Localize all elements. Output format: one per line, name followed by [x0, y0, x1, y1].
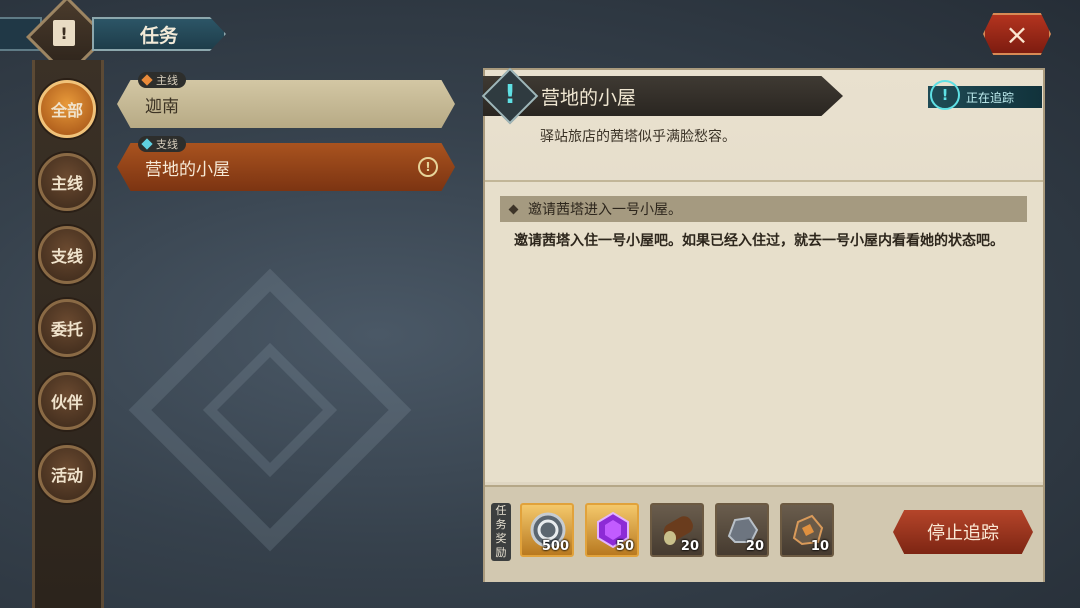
category-companion[interactable]: 伙伴 — [38, 372, 96, 430]
reward-slot-copper[interactable]: 10 — [780, 503, 834, 557]
category-main[interactable]: 主线 — [38, 153, 96, 211]
diamond-icon — [508, 204, 519, 214]
exclamation-icon: ! — [504, 80, 516, 110]
reward-qty: 10 — [810, 539, 829, 554]
diamond-icon — [141, 138, 153, 150]
quest-objective: 邀请茜塔进入一号小屋。 — [500, 196, 1027, 222]
reward-qty: 50 — [615, 539, 634, 554]
category-side[interactable]: 支线 — [38, 226, 96, 284]
divider — [485, 180, 1043, 182]
reward-qty: 500 — [541, 539, 569, 554]
close-icon: × — [1005, 17, 1029, 51]
reward-slot-gem[interactable]: 50 — [585, 503, 639, 557]
quest-detail-title-text: 营地的小屋 — [541, 86, 637, 109]
stop-tracking-button[interactable]: 停止追踪 — [893, 510, 1033, 554]
reward-slot-stone[interactable]: 20 — [715, 503, 769, 557]
category-commission[interactable]: 委托 — [38, 299, 96, 357]
page-title: 任务 — [92, 17, 226, 51]
quest-tag-side: 支线 — [138, 136, 186, 152]
tracking-target-icon: ! — [930, 80, 960, 110]
reward-qty: 20 — [745, 539, 764, 554]
diamond-icon — [141, 74, 153, 86]
quest-tag-main: 主线 — [138, 72, 186, 88]
quest-tag-label: 主线 — [156, 74, 178, 87]
reward-slot-wood[interactable]: 20 — [650, 503, 704, 557]
category-all[interactable]: 全部 — [38, 80, 96, 138]
quest-title: 迦南 — [145, 96, 179, 117]
background-emblem — [128, 268, 412, 552]
reward-slot-coin[interactable]: 500 — [520, 503, 574, 557]
reward-qty: 20 — [680, 539, 699, 554]
quest-tag-label: 支线 — [156, 138, 178, 151]
quest-summary: 驿站旅店的茜塔似乎满脸愁容。 — [540, 129, 736, 145]
category-event[interactable]: 活动 — [38, 445, 96, 503]
reward-label: 任务奖励 — [491, 503, 511, 561]
quest-book-icon: ! — [53, 20, 75, 46]
tracking-status-label: 正在追踪 — [966, 90, 1015, 105]
quest-description: 邀请茜塔入住一号小屋吧。如果已经入住过，就去一号小屋内看看她的状态吧。 — [514, 233, 1004, 249]
quest-objective-text: 邀请茜塔进入一号小屋。 — [528, 202, 682, 218]
quest-title: 营地的小屋 — [145, 159, 230, 180]
quest-detail-body — [485, 182, 1043, 482]
tracking-target-icon: ! — [418, 157, 438, 177]
close-button[interactable]: × — [983, 13, 1051, 55]
